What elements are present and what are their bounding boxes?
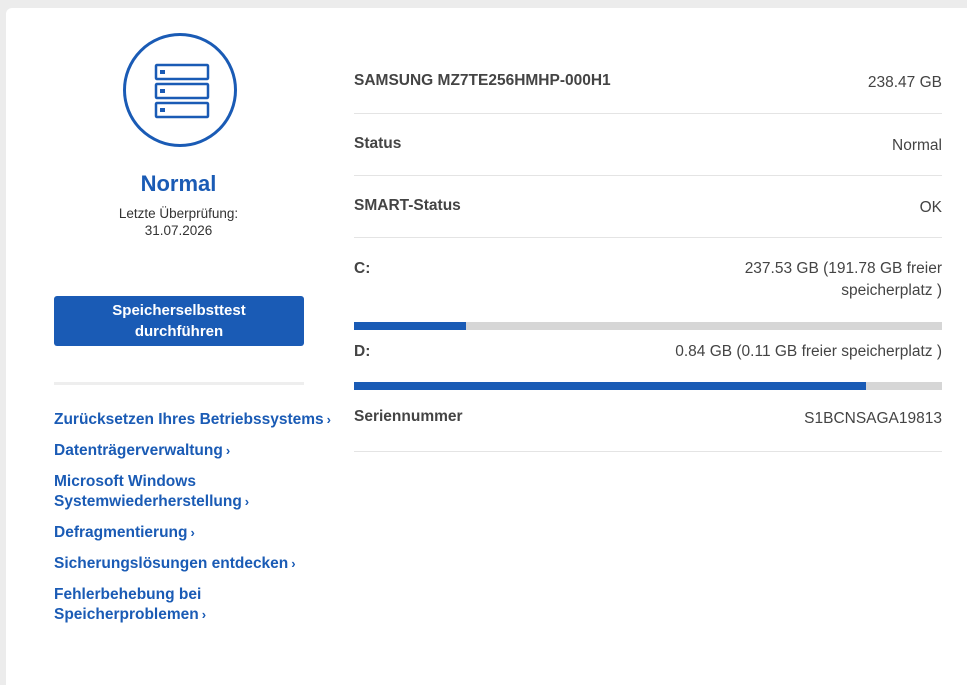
link-storage-troubleshooting[interactable]: Fehlerbehebung bei Speicherproblemen ›: [54, 585, 349, 625]
link-reset-os[interactable]: Zurücksetzen Ihres Betriebssystems ›: [54, 410, 349, 430]
storage-drive-icon: [154, 63, 210, 119]
partition-usage-fill: [354, 382, 866, 390]
drive-status-value: Normal: [892, 137, 942, 154]
link-disk-management[interactable]: Datenträgerverwaltung ›: [54, 441, 349, 461]
chevron-right-icon: ›: [244, 494, 250, 509]
help-links-list: Zurücksetzen Ihres Betriebssystems › Date…: [54, 410, 349, 636]
last-check-label: Letzte Überprüfung:: [118, 206, 239, 221]
drive-model: SAMSUNG MZ7TE256HMHP-000H1: [354, 72, 611, 89]
storage-summary-panel: Normal Letzte Überprüfung: 31.07.2026 Sp…: [6, 8, 351, 685]
partition-d: D: 0.84 GB (0.11 GB freier speicherplatz…: [354, 330, 942, 390]
chevron-right-icon: ›: [201, 607, 207, 622]
storage-card: Normal Letzte Überprüfung: 31.07.2026 Sp…: [6, 8, 967, 685]
link-label: Defragmentierung: [54, 524, 188, 541]
chevron-right-icon: ›: [190, 525, 195, 540]
partition-c: C: 237.53 GB (191.78 GB freier speicherp…: [354, 238, 942, 330]
smart-status-label: SMART-Status: [354, 197, 461, 214]
chevron-right-icon: ›: [291, 556, 296, 571]
chevron-right-icon: ›: [326, 412, 331, 427]
partition-usage-text: 237.53 GB (191.78 GB freier speicherplat…: [744, 260, 942, 299]
partition-usage-bar: [354, 322, 942, 330]
partition-usage-bar: [354, 382, 942, 390]
partition-usage-text: 0.84 GB (0.11 GB freier speicherplatz ): [675, 343, 942, 360]
link-defragmentation[interactable]: Defragmentierung ›: [54, 523, 349, 543]
smart-status-row: SMART-Status OK: [354, 176, 942, 238]
link-backup-solutions[interactable]: Sicherungslösungen entdecken ›: [54, 554, 349, 574]
left-divider: [54, 382, 304, 385]
chevron-right-icon: ›: [225, 443, 231, 458]
storage-status-title: Normal: [140, 171, 217, 196]
partition-label: D:: [354, 343, 371, 360]
last-check-date: 31.07.2026: [144, 223, 213, 238]
partition-label: C:: [354, 260, 371, 277]
link-label: Zurücksetzen Ihres Betriebssystems: [54, 411, 324, 428]
link-label: Datenträgerverwaltung: [54, 442, 223, 459]
serial-number-value: S1BCNSAGA19813: [804, 410, 942, 427]
partition-usage-fill: [354, 322, 466, 330]
drive-status-label: Status: [354, 135, 402, 152]
link-system-restore[interactable]: Microsoft Windows Systemwiederherstellun…: [54, 472, 349, 512]
link-label: Microsoft Windows Systemwiederherstellun…: [54, 473, 242, 510]
link-label: Sicherungslösungen entdecken: [54, 555, 289, 572]
drive-capacity: 238.47 GB: [867, 74, 942, 91]
smart-status-value: OK: [919, 199, 942, 216]
link-label: Fehlerbehebung bei Speicherproblemen: [54, 586, 202, 623]
run-selftest-button[interactable]: Speicherselbsttest durchführen: [54, 296, 304, 346]
drive-model-row: SAMSUNG MZ7TE256HMHP-000H1 238.47 GB: [354, 52, 942, 114]
storage-status-circle: [123, 33, 237, 147]
serial-number-label: Seriennummer: [354, 408, 463, 425]
serial-number-row: Seriennummer S1BCNSAGA19813: [354, 390, 942, 452]
last-check-info: Letzte Überprüfung: 31.07.2026: [6, 205, 351, 239]
drive-status-row: Status Normal: [354, 114, 942, 176]
drive-details-panel: SAMSUNG MZ7TE256HMHP-000H1 238.47 GB Sta…: [354, 52, 942, 452]
